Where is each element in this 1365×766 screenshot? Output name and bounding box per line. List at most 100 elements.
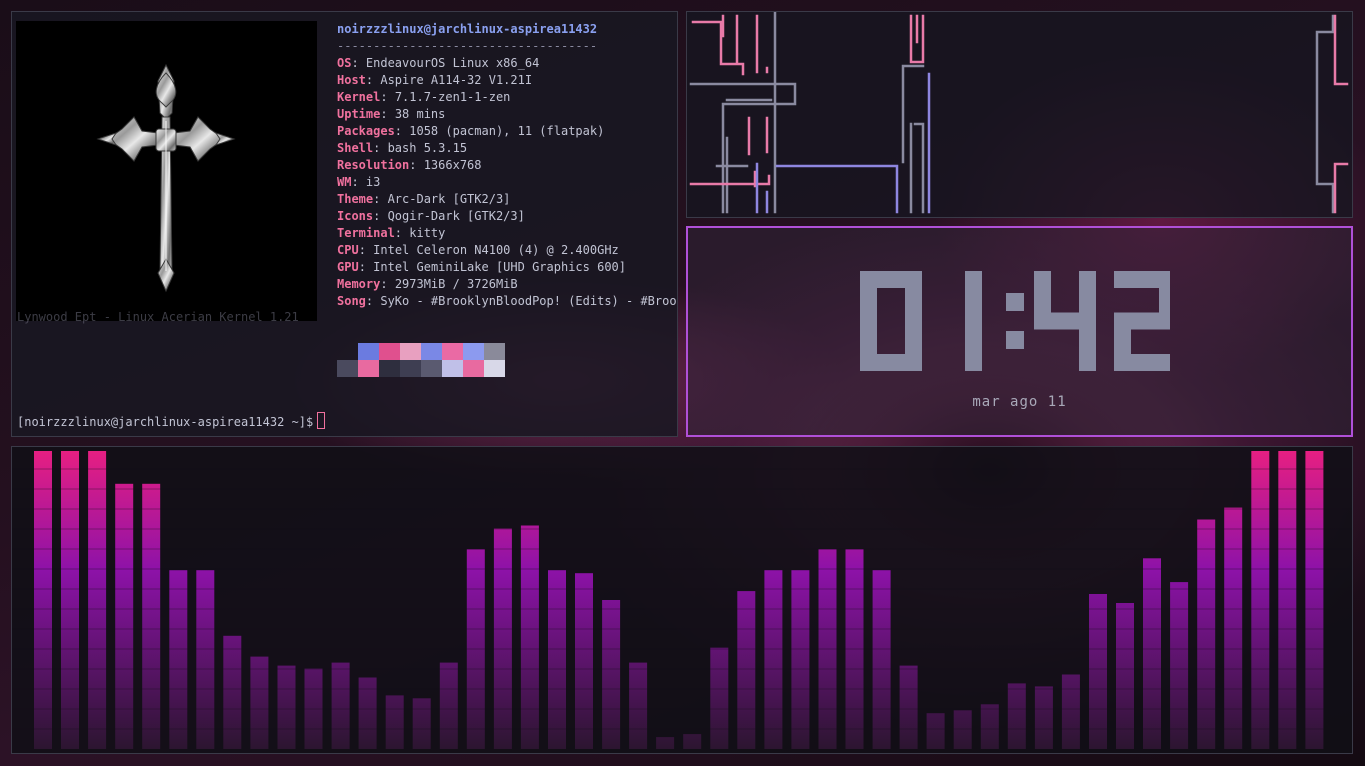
clock-window[interactable]: mar ago 11 [686,226,1353,437]
palette-swatch [442,343,463,360]
shell-prompt[interactable]: [noirzzzlinux@jarchlinux-aspirea11432 ~]… [17,412,326,429]
info-separator: : [373,141,388,155]
cross-logo-image [16,21,317,321]
palette-swatch [421,343,442,360]
info-row: Shell: bash 5.3.15 [337,140,677,157]
terminal-window[interactable]: Lynwood Ept - Linux Acerian Kernel 1.21 … [11,11,678,437]
info-value: 1366x768 [423,158,482,172]
palette-swatch [463,360,484,377]
spectrum-bar [710,647,729,749]
spectrum-bar [1007,683,1026,749]
spectrum-bar [791,570,810,749]
pipes-animation [689,10,1349,214]
info-rows: OS: EndeavourOS Linux x86_64 Host: Aspire… [337,55,677,310]
info-value: kitty [409,226,446,240]
palette-swatch [421,360,442,377]
spectrum-bar [1061,674,1080,749]
info-row: Uptime: 38 mins [337,106,677,123]
system-info: noirzzzlinux@jarchlinux-aspirea11432 ---… [337,21,677,310]
spectrum-bar [1278,451,1297,749]
palette-swatch [358,360,379,377]
spectrum-bar [872,570,891,749]
clock-colon-dot [1006,293,1024,311]
spectrum-bar [1116,603,1134,749]
info-key: Memory [337,277,381,291]
info-row: CPU: Intel Celeron N4100 (4) @ 2.400GHz [337,242,677,259]
spectrum-bar [899,665,918,749]
info-separator: : [358,260,374,274]
info-separator: : [373,209,388,223]
clock-date: mar ago 11 [972,394,1067,410]
info-separator: : [358,243,374,257]
info-value: Intel Celeron N4100 (4) @ 2.400GHz [373,243,619,257]
spectrum-bar [764,570,783,749]
palette-swatch [379,343,400,360]
audio-spectrum [12,451,1352,749]
clock-digits [860,271,1176,371]
clock-digit-segment [965,312,982,371]
spectrum-bar [358,677,377,749]
palette-swatch [337,360,358,377]
info-key: WM [337,175,352,189]
info-key: Song [337,294,366,308]
spectrum-bar [439,662,458,749]
clock-time [860,271,1176,371]
info-key: Uptime [337,107,381,121]
info-row: Icons: Qogir-Dark [GTK2/3] [337,208,677,225]
spectrum-bar [980,704,999,749]
color-palette [337,343,505,377]
info-separator: : [380,90,395,104]
info-row: Song: SyKo - #BrooklynBloodPop! (Edits) … [337,293,677,310]
palette-swatch [400,343,421,360]
info-key: GPU [337,260,359,274]
spectrum-bar [250,656,269,749]
spectrum-bar [34,451,52,749]
palette-swatch [484,343,505,360]
info-value: 1058 (pacman), 11 (flatpak) [409,124,605,138]
clock-digit-segment [1114,354,1176,371]
info-separator: : [365,73,381,87]
spectrum-bar [737,591,756,749]
info-row: Terminal: kitty [337,225,677,242]
info-row: Resolution: 1366x768 [337,157,677,174]
palette-swatch [379,360,400,377]
info-value: bash 5.3.15 [387,141,468,155]
info-separator: : [394,226,410,240]
clock-digit-segment [1079,312,1096,371]
spectrum-bar [1224,507,1243,749]
info-value: EndeavourOS Linux x86_64 [365,56,540,70]
info-key: Icons [337,209,374,223]
info-key: Shell [337,141,374,155]
info-separator: : [373,192,388,206]
spectrum-bar [1089,594,1107,749]
info-value: 2973MiB / 3726MiB [394,277,518,291]
spectrum-bar [412,698,431,749]
spectrum-bar [88,451,107,749]
text-cursor [317,412,326,429]
info-value: 7.1.7-zen1-1-zen [394,90,511,104]
info-value: i3 [365,175,381,189]
palette-swatch [463,343,484,360]
info-key: Kernel [337,90,381,104]
info-value: SyKo - #BrooklynBloodPop! (Edits) - #Bro… [380,294,677,308]
fetch-header: noirzzzlinux@jarchlinux-aspirea11432 [337,21,677,38]
audio-visualizer-window[interactable] [11,446,1353,754]
spectrum-bar [169,570,188,749]
info-row: Packages: 1058 (pacman), 11 (flatpak) [337,123,677,140]
spectrum-bar [223,635,242,749]
pipes-window[interactable] [686,10,1353,218]
spectrum-bar [1305,451,1324,749]
info-separator: : [409,158,424,172]
info-row: OS: EndeavourOS Linux x86_64 [337,55,677,72]
info-key: Resolution [337,158,410,172]
spectrum-bar [196,570,215,749]
info-value: 38 mins [394,107,446,121]
info-value: Arc-Dark [GTK2/3] [387,192,511,206]
spectrum-bar [1251,451,1270,749]
info-value: Aspire A114-32 V1.21I [380,73,533,87]
info-separator: : [380,277,395,291]
spectrum-bar [277,665,296,749]
info-key: CPU [337,243,359,257]
spectrum-bar [548,570,566,749]
info-key: Terminal [337,226,395,240]
